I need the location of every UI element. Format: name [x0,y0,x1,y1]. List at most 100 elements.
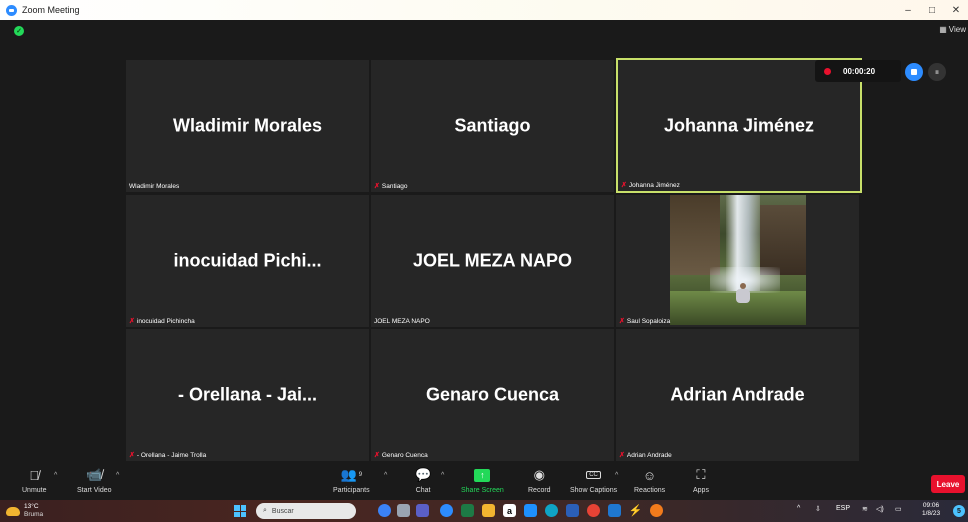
zoom-meeting-window: Zoom Meeting – □ ✕ ✓ ▦ View Wladimir Mor… [0,0,968,522]
share-screen-button[interactable]: ↑ Share Screen [461,466,504,494]
start-video-button[interactable]: 📹̸ Start Video [77,466,112,494]
participant-tile[interactable]: Wladimir Morales Wladimir Morales [126,60,369,192]
reactions-icon: ☺ [642,467,657,483]
close-button[interactable]: ✕ [944,0,968,20]
participant-name-label: ✗ inocuidad Pichincha [129,317,195,326]
file-explorer-icon[interactable] [482,504,495,517]
participant-display-name: Adrian Andrade [670,384,805,405]
unmute-button[interactable]: 🎙̸ Unmute [22,466,47,495]
firefox-browser-icon[interactable] [650,504,663,517]
mic-muted-icon: ✗ [129,318,135,325]
participant-tile[interactable]: Santiago ✗ Santiago [371,60,614,192]
participants-count: 9 [358,472,363,478]
recording-timer: 00:00:20 [843,66,876,76]
taskbar-clock[interactable]: 09:06 1/8/23 [922,502,940,518]
teams-chat-icon[interactable] [416,504,429,517]
chat-options-chevron-icon[interactable]: ^ [441,472,444,479]
participants-options-chevron-icon[interactable]: ^ [384,472,387,479]
participant-video-tile[interactable]: ✗ Saul Sopaloiza [616,195,859,327]
participant-label-text: Genaro Cuenca [381,451,428,459]
leave-button[interactable]: Leave [931,475,965,493]
zoom-app-icon[interactable] [440,504,453,517]
participants-icon: 👥 9 [340,467,363,482]
participant-label-text: JOEL MEZA NAPO [374,318,430,325]
video-off-icon: 📹̸ [86,467,103,482]
participant-name-label: ✗ Genaro Cuenca [374,451,428,460]
bing-app-icon[interactable] [378,504,391,517]
clock-date: 1/8/23 [922,510,941,517]
word-app-icon[interactable] [566,504,579,517]
participant-label-text: - Orellana - Jaime Trolla [136,451,207,459]
meeting-topbar: ✓ ▦ View [0,20,968,42]
participant-name-label: Wladimir Morales [129,183,179,190]
participant-name-label: JOEL MEZA NAPO [374,318,430,325]
amazon-app-icon[interactable]: a [503,504,516,517]
share-screen-label: Share Screen [461,487,504,494]
captions-options-chevron-icon[interactable]: ^ [615,472,618,479]
participant-label-text: inocuidad Pichincha [136,317,195,325]
video-options-chevron-icon[interactable]: ^ [116,472,119,479]
notification-badge[interactable]: 5 [953,505,965,517]
edge-browser-icon[interactable] [545,504,558,517]
restore-button[interactable]: □ [920,0,944,20]
participant-tile[interactable]: Genaro Cuenca ✗ Genaro Cuenca [371,329,614,461]
participant-tile[interactable]: JOEL MEZA NAPO JOEL MEZA NAPO [371,195,614,327]
recording-indicator: 00:00:20 [815,60,901,82]
battery-icon[interactable]: ▭ [895,505,902,513]
participant-label-text: Adrian Andrade [626,451,672,459]
record-button[interactable]: ◉ Record [528,466,551,494]
audio-options-chevron-icon[interactable]: ^ [54,472,57,479]
wifi-icon[interactable]: ≋ [862,505,868,513]
apps-icon: ⛶ [696,467,706,482]
chrome-browser-icon[interactable] [587,504,600,517]
weather-widget[interactable]: 13°C Bruma [6,503,43,519]
clock-time: 09:06 [922,502,940,509]
task-view-icon[interactable] [397,504,410,517]
participant-tile[interactable]: inocuidad Pichi... ✗ inocuidad Pichincha [126,195,369,327]
mail-app-icon[interactable] [524,504,537,517]
excel-app-icon[interactable] [461,504,474,517]
mic-muted-icon: ✗ [374,183,380,190]
share-screen-icon: ↑ [474,466,491,484]
lightning-app-icon[interactable]: ⚡ [629,504,643,517]
security-shield-icon[interactable]: ✓ [14,26,24,36]
participants-button[interactable]: 👥 9 Participants [333,466,370,494]
weather-condition: Bruma [24,511,44,518]
participant-display-name: Santiago [454,115,531,136]
captions-icon: CC [586,466,601,484]
stop-recording-button[interactable] [905,63,923,81]
windows-start-icon[interactable] [234,505,246,517]
show-captions-button[interactable]: CC Show Captions [570,466,617,494]
participant-display-name: - Orellana - Jai... [177,384,318,405]
taskbar-search-box[interactable]: ⌕ Buscar [256,503,356,519]
unmute-label: Unmute [22,487,47,494]
usb-icon[interactable]: ⇩ [815,505,821,513]
apps-button[interactable]: ⛶ Apps [693,466,709,494]
start-video-label: Start Video [77,487,112,494]
outlook-app-icon[interactable] [608,504,621,517]
tray-overflow-chevron-icon[interactable]: ^ [797,505,800,512]
participant-name-label: ✗ Johanna Jiménez [621,181,680,190]
view-button[interactable]: ▦ View [939,25,966,34]
chat-button[interactable]: 💬 Chat [415,466,431,494]
chat-icon: 💬 [415,467,432,482]
zoom-logo-icon [6,4,17,16]
participant-tile[interactable]: - Orellana - Jai... ✗ - Orellana - Jaime … [126,329,369,461]
record-label: Record [528,487,551,494]
record-icon: ◉ [533,467,545,482]
minimize-button[interactable]: – [896,0,920,20]
participant-label-text: Wladimir Morales [129,183,180,190]
recording-dot-icon [824,67,831,75]
participant-name-label: ✗ - Orellana - Jaime Trolla [129,451,207,460]
apps-label: Apps [693,487,709,494]
search-icon: ⌕ [263,507,267,514]
search-placeholder: Buscar [271,507,294,515]
language-indicator[interactable]: ESP [836,505,850,512]
participant-tile[interactable]: Adrian Andrade ✗ Adrian Andrade [616,329,859,461]
volume-icon[interactable]: ◁) [876,505,884,513]
view-label: View [948,25,966,34]
participant-name-label: ✗ Saul Sopaloiza [619,317,670,326]
pause-recording-button[interactable]: ⏸ [928,63,946,81]
reactions-button[interactable]: ☺ Reactions [634,466,665,495]
participants-label: Participants [333,487,370,494]
